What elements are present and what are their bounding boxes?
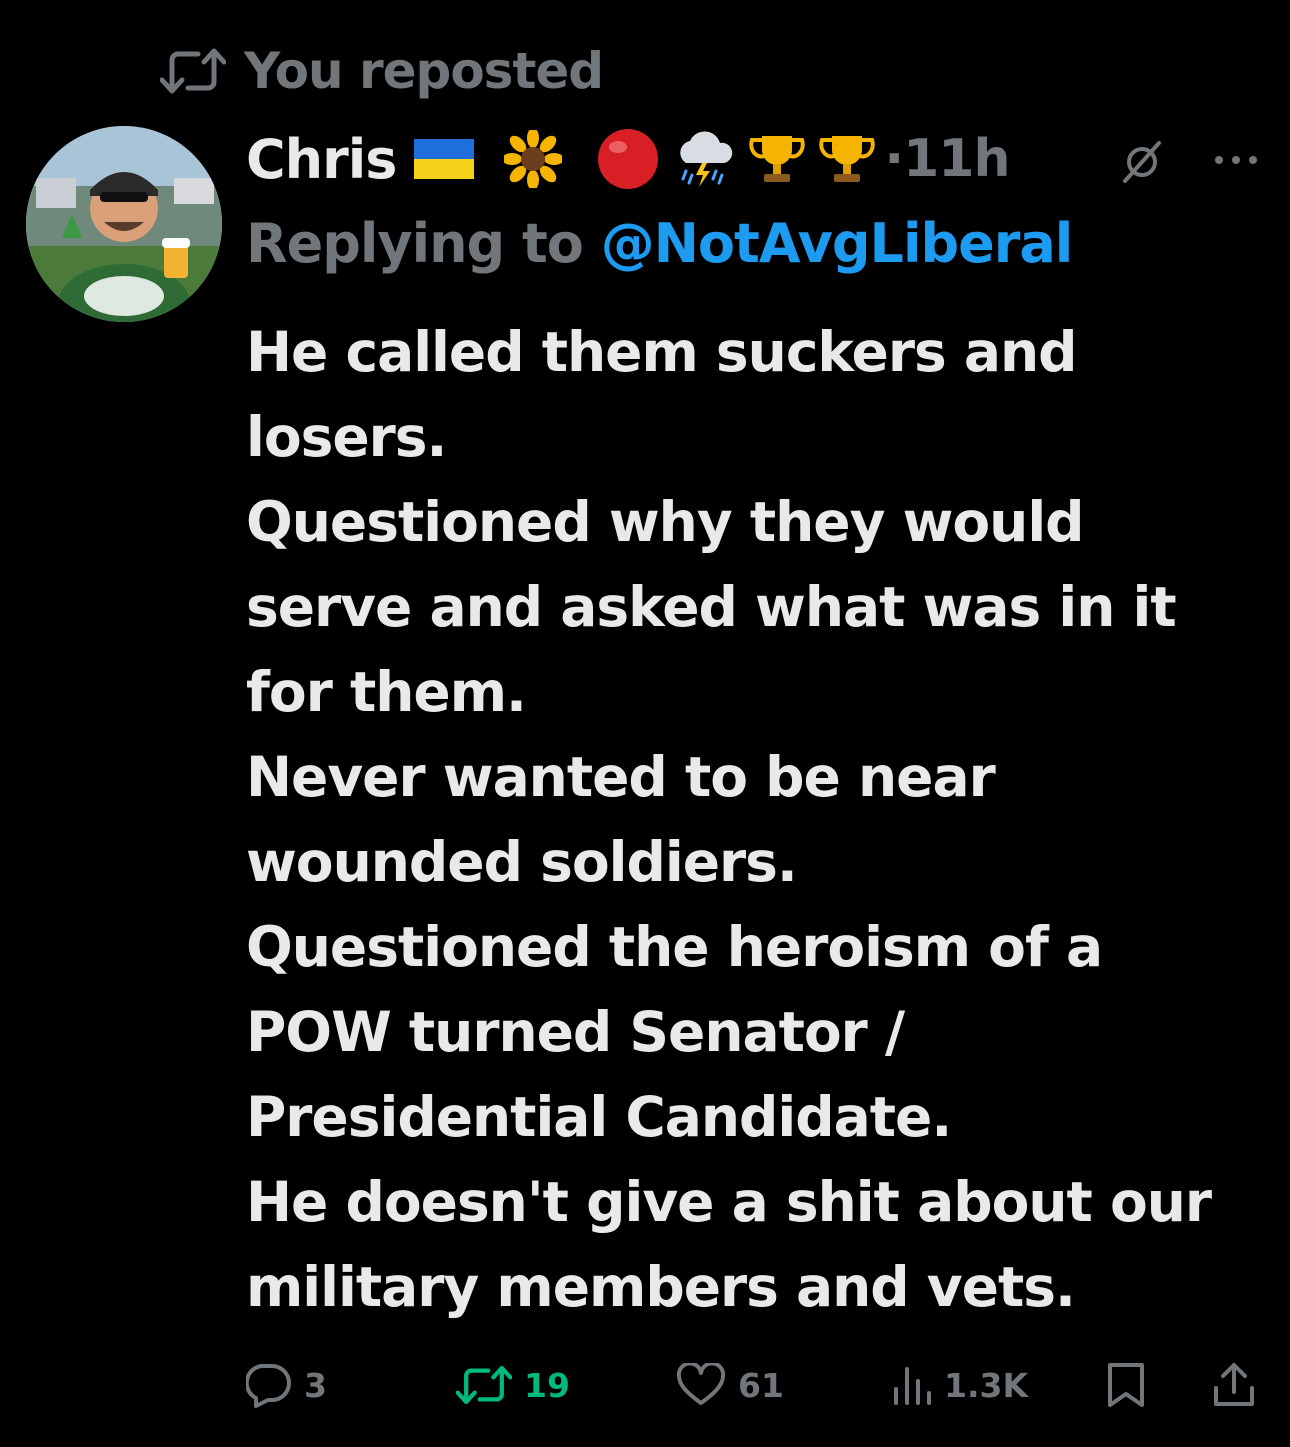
post-time-text: 11h [903, 129, 1010, 189]
post-text-line: for them. [246, 660, 527, 724]
repost-banner-text: You reposted [244, 42, 604, 100]
post-time[interactable]: ·11h [884, 129, 1010, 189]
share-icon [1212, 1362, 1256, 1408]
like-button[interactable]: 61 [676, 1350, 784, 1420]
reply-count: 3 [304, 1365, 327, 1405]
post-text-line: POW turned Senator / [246, 1000, 905, 1064]
repost-icon [160, 46, 226, 96]
post-text-line: He doesn't give a shit about our [246, 1170, 1212, 1234]
post-text-line: Never wanted to be near [246, 745, 996, 809]
post-text-line: He called them suckers and [246, 320, 1077, 384]
post-text-line: losers. [246, 405, 447, 469]
grok-icon[interactable] [1114, 136, 1170, 188]
post-text: He called them suckers and losers. Quest… [246, 310, 1256, 1330]
cloud-rain-lightning-icon [672, 129, 736, 189]
analytics-icon [892, 1363, 932, 1407]
ukraine-flag-icon [414, 139, 475, 179]
action-bar: 3 19 61 1.3K [246, 1350, 1266, 1420]
view-count: 1.3K [944, 1365, 1029, 1405]
bookmark-icon [1106, 1362, 1146, 1408]
trophy-icon [818, 130, 876, 188]
author-name[interactable]: Chris [246, 128, 397, 191]
bookmark-button[interactable] [1106, 1350, 1146, 1420]
trophy-icon [748, 130, 806, 188]
reply-button[interactable]: 3 [246, 1350, 327, 1420]
sunflower-icon [504, 130, 563, 188]
repost-banner: You reposted [160, 40, 604, 102]
heart-icon [676, 1363, 726, 1407]
avatar[interactable] [26, 126, 222, 322]
name-emojis [414, 127, 876, 191]
post-text-line: serve and asked what was in it [246, 575, 1177, 639]
more-options-icon[interactable] [1208, 134, 1264, 186]
post-text-line: military members and vets. [246, 1255, 1076, 1319]
post-text-line: wounded soldiers. [246, 830, 798, 894]
replying-to-label: Replying to [246, 212, 601, 275]
post-text-line: Presidential Candidate. [246, 1085, 952, 1149]
repost-icon [456, 1363, 512, 1407]
reply-icon [246, 1362, 292, 1408]
replying-to: Replying to @NotAvgLiberal [246, 212, 1074, 288]
post-header: Chris ·11h [246, 122, 1270, 196]
views-button[interactable]: 1.3K [892, 1350, 1028, 1420]
repost-count: 19 [524, 1365, 570, 1405]
share-button[interactable] [1212, 1350, 1256, 1420]
like-count: 61 [738, 1365, 784, 1405]
reply-handle-link[interactable]: @NotAvgLiberal [601, 212, 1074, 275]
red-circle-icon [596, 127, 660, 191]
repost-button[interactable]: 19 [456, 1350, 570, 1420]
post-text-line: Questioned the heroism of a [246, 915, 1103, 979]
post-text-line: Questioned why they would [246, 490, 1085, 554]
